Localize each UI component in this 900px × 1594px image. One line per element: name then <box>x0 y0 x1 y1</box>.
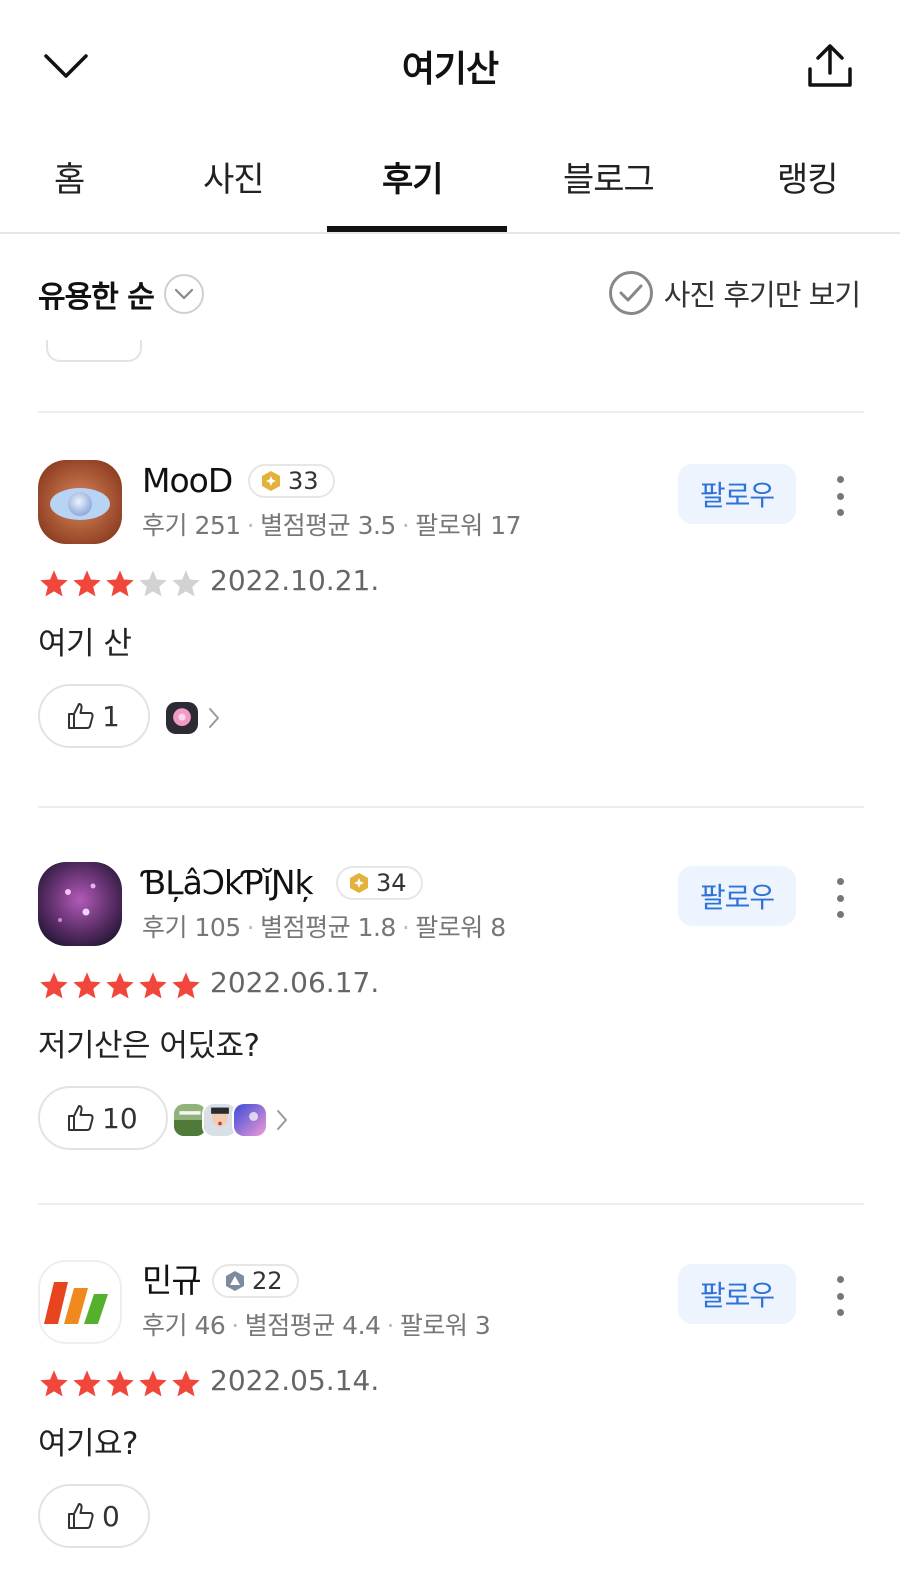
avatar[interactable] <box>38 1260 122 1344</box>
review-count: 후기 251 <box>142 511 241 540</box>
review-item: ƁĻâƆkƤĭƝķ 34 후기 105 · 별점평균 1.8 · 팔로워 8 팔로우 2… <box>0 862 900 1202</box>
share-upload-icon <box>808 44 852 87</box>
user-stats: 후기 105 · 별점평균 1.8 · 팔로워 8 <box>142 913 506 942</box>
star-empty-icon <box>139 570 167 597</box>
star-filled-icon <box>106 1370 134 1397</box>
tab-ranking[interactable]: 랭킹 <box>777 152 839 201</box>
star-filled-icon <box>73 972 101 999</box>
tab-photos[interactable]: 사진 <box>203 152 265 201</box>
review-text: 여기요? <box>38 1426 139 1462</box>
level-badge: 22 <box>212 1264 299 1298</box>
divider <box>38 806 864 808</box>
page-title: 여기산 <box>401 49 499 90</box>
thumbs-up-icon <box>68 1503 94 1529</box>
thumbs-up-icon <box>68 1105 94 1131</box>
thumbs-up-icon <box>68 703 94 729</box>
level-gray-icon <box>226 1271 244 1291</box>
like-button[interactable]: 1 <box>38 684 150 748</box>
star-filled-icon <box>73 1370 101 1397</box>
photo-reviews-only-label: 사진 후기만 보기 <box>663 278 861 312</box>
tab-blog[interactable]: 블로그 <box>563 152 655 201</box>
user-name[interactable]: ƁĻâƆkƤĭƝķ <box>142 862 314 904</box>
top-bar: 여기산 <box>0 0 900 130</box>
more-vertical-icon[interactable] <box>822 470 858 522</box>
more-vertical-icon[interactable] <box>822 1270 858 1322</box>
star-filled-icon <box>40 1370 68 1397</box>
review-text: 여기 산 <box>38 626 132 662</box>
level-gold-icon <box>350 873 368 893</box>
star-filled-icon <box>172 1370 200 1397</box>
liker-avatar <box>232 1102 268 1138</box>
review-count: 후기 105 <box>142 913 241 942</box>
review-text: 저기산은 어딨죠? <box>38 1028 260 1064</box>
divider <box>38 1203 864 1205</box>
liker-avatar <box>164 700 200 736</box>
average-rating: 별점평균 4.4 <box>244 1311 381 1340</box>
level-value: 34 <box>376 869 407 897</box>
level-value: 22 <box>252 1267 283 1295</box>
review-date: 2022.06.17. <box>210 966 380 999</box>
liker-avatars[interactable] <box>164 700 220 736</box>
chevron-right-icon <box>277 1110 287 1130</box>
user-stats: 후기 46 · 별점평균 4.4 · 팔로워 3 <box>142 1311 491 1340</box>
check-circle-icon <box>608 271 653 315</box>
star-filled-icon <box>106 972 134 999</box>
level-badge: 34 <box>336 866 423 900</box>
active-tab-indicator <box>327 226 507 232</box>
avatar[interactable] <box>38 460 122 544</box>
chevron-down-icon <box>163 274 204 314</box>
star-rating <box>38 1368 202 1400</box>
follower-count: 팔로워 8 <box>415 913 506 942</box>
star-filled-icon <box>139 1370 167 1397</box>
more-vertical-icon[interactable] <box>822 872 858 924</box>
tab-reviews[interactable]: 후기 <box>382 152 444 201</box>
like-count: 10 <box>102 1101 138 1135</box>
star-rating <box>38 568 202 600</box>
review-date: 2022.10.21. <box>210 564 380 597</box>
like-count: 0 <box>102 1499 120 1533</box>
like-button[interactable]: 0 <box>38 1484 150 1548</box>
average-rating: 별점평균 3.5 <box>260 511 396 540</box>
liker-avatars[interactable] <box>172 1102 288 1138</box>
filter-bar: 유용한 순 사진 후기만 보기 <box>0 236 900 354</box>
star-filled-icon <box>40 972 68 999</box>
average-rating: 별점평균 1.8 <box>260 913 396 942</box>
follow-button[interactable]: 팔로우 <box>678 464 796 524</box>
level-value: 33 <box>288 467 319 495</box>
user-stats: 후기 251 · 별점평균 3.5 · 팔로워 17 <box>142 511 522 540</box>
review-item: MooD 33 후기 251 · 별점평균 3.5 · 팔로워 17 팔로우 2022.… <box>0 460 900 800</box>
star-filled-icon <box>73 570 101 597</box>
star-filled-icon <box>40 570 68 597</box>
user-name[interactable]: MooD <box>142 460 233 502</box>
star-filled-icon <box>106 570 134 597</box>
follower-count: 팔로워 17 <box>415 511 522 540</box>
star-empty-icon <box>172 570 200 597</box>
star-filled-icon <box>139 972 167 999</box>
avatar[interactable] <box>38 862 122 946</box>
divider <box>38 411 864 413</box>
sort-label: 유용한 순 <box>38 280 155 315</box>
level-badge: 33 <box>248 464 335 498</box>
chevron-right-icon <box>209 708 219 728</box>
tab-home[interactable]: 홈 <box>54 152 85 201</box>
tab-bar: 홈 사진 후기 블로그 랭킹 <box>0 138 900 234</box>
star-filled-icon <box>172 972 200 999</box>
star-rating <box>38 970 202 1002</box>
review-count: 후기 46 <box>142 1311 226 1340</box>
follow-button[interactable]: 팔로우 <box>678 1264 796 1324</box>
previous-like-button-partial[interactable] <box>46 340 142 362</box>
level-gold-icon <box>262 471 280 491</box>
review-item: 민규 22 후기 46 · 별점평균 4.4 · 팔로워 3 팔로우 2022.05.1… <box>0 1260 900 1594</box>
user-name[interactable]: 민규 <box>142 1260 202 1302</box>
share-button[interactable] <box>800 36 860 96</box>
photo-reviews-only-toggle[interactable]: 사진 후기만 보기 <box>608 270 861 316</box>
review-date: 2022.05.14. <box>210 1364 380 1397</box>
follower-count: 팔로워 3 <box>399 1311 491 1340</box>
follow-button[interactable]: 팔로우 <box>678 866 796 926</box>
sort-dropdown[interactable]: 유용한 순 <box>38 272 204 316</box>
like-button[interactable]: 10 <box>38 1086 168 1150</box>
like-count: 1 <box>102 699 120 733</box>
